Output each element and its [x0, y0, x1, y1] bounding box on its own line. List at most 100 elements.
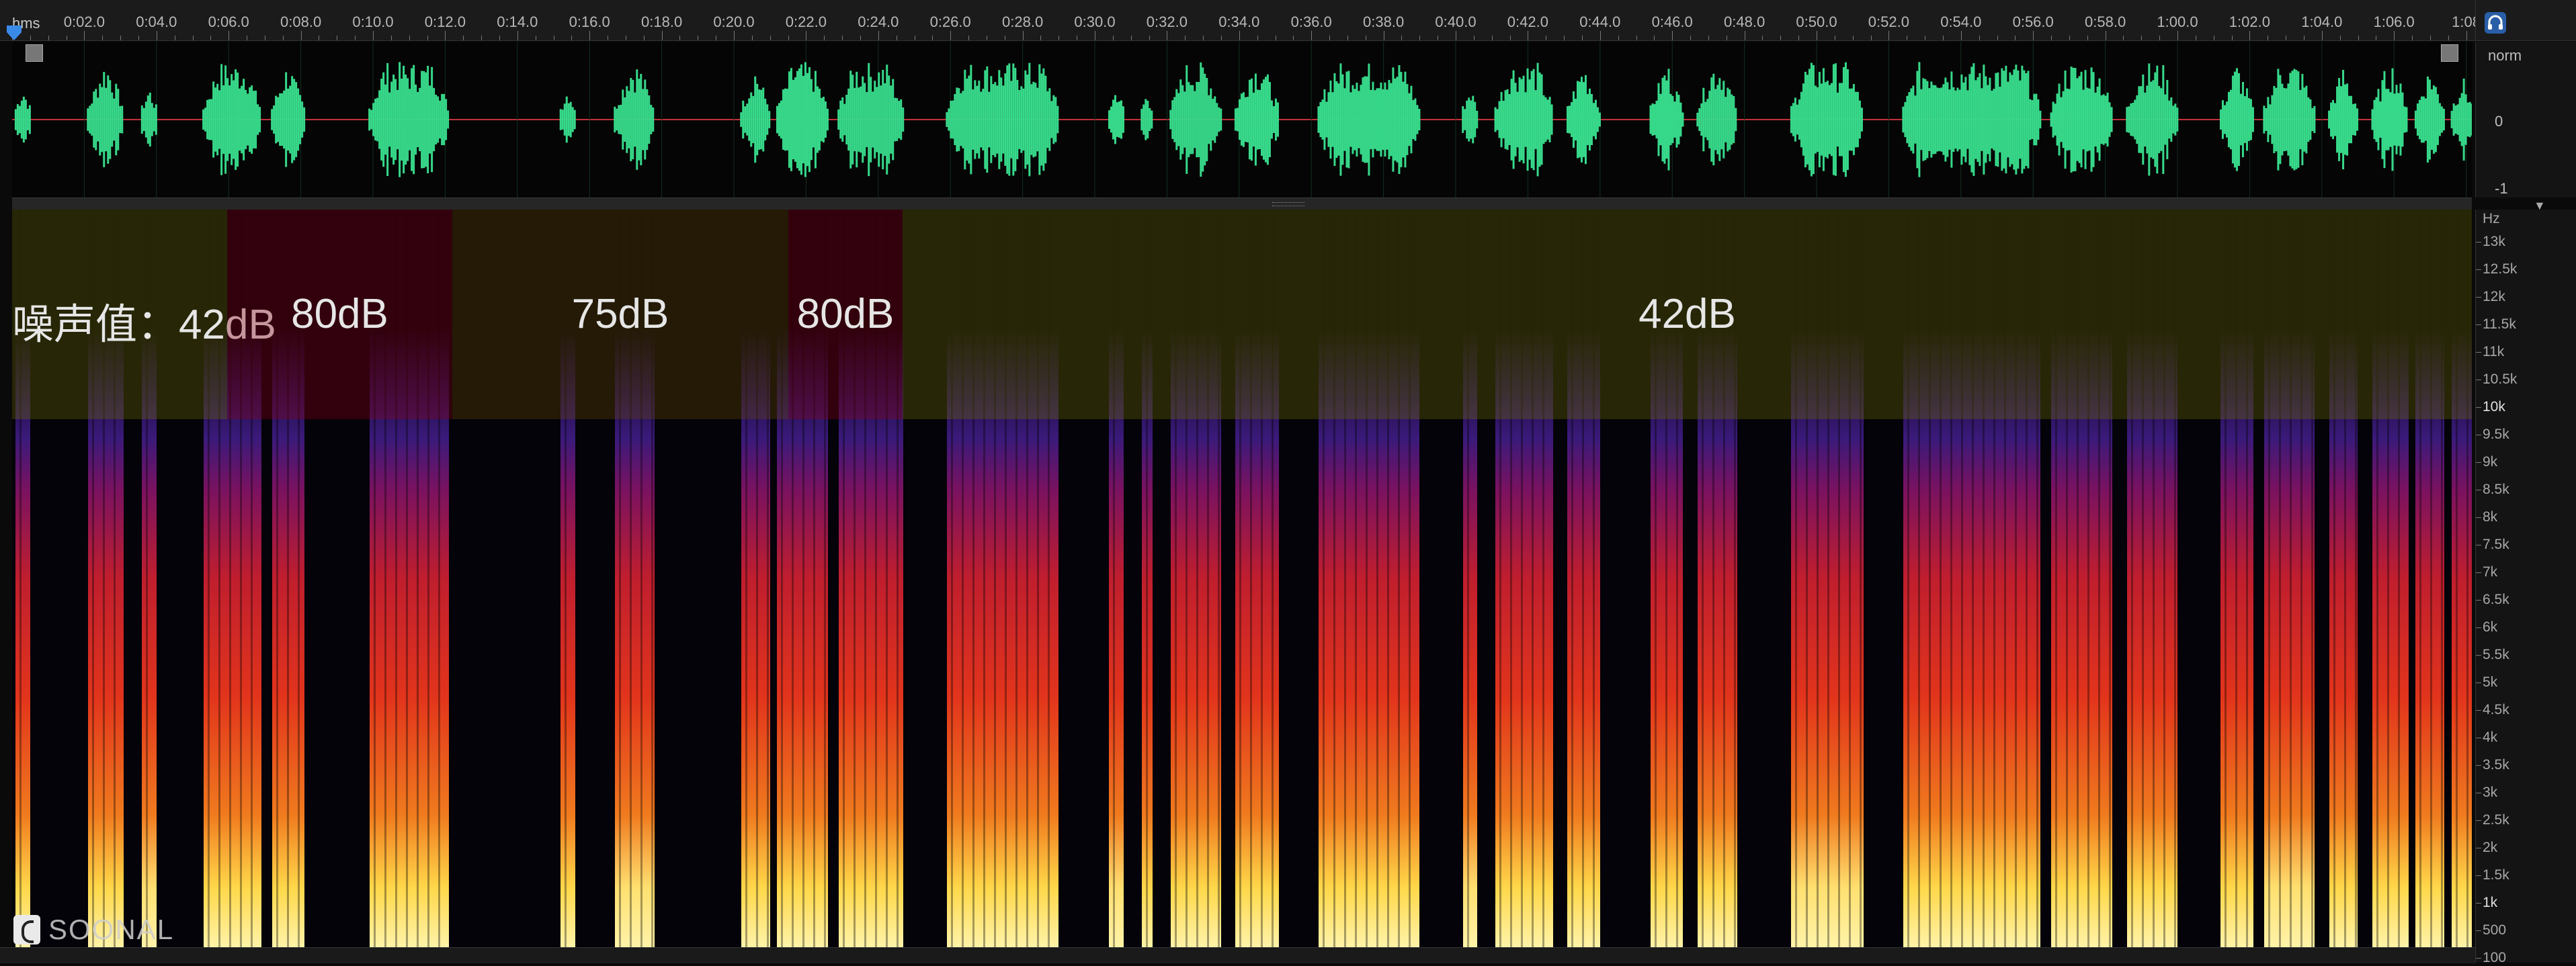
speech-burst [1462, 95, 1479, 144]
frequency-tick [2476, 517, 2481, 518]
frequency-label: 4.5k [2483, 702, 2509, 717]
frequency-label: 6k [2483, 619, 2498, 635]
speech-burst [559, 96, 576, 143]
speech-burst [1902, 62, 2042, 177]
ruler-tick-mark [968, 36, 970, 40]
speech-burst [202, 64, 261, 175]
ruler-tick-mark [300, 31, 302, 40]
speech-burst [776, 62, 829, 177]
speech-burst [1140, 99, 1153, 140]
ruler-tick-mark [842, 36, 843, 40]
ruler-tick-mark [1762, 36, 1763, 40]
ruler-tick-mark [2231, 36, 2233, 40]
ruler-tick-mark [355, 36, 356, 40]
spectrogram-panel[interactable]: 噪声值：42dB 80dB 75dB 80dB 42dB SOONAL [12, 210, 2472, 947]
timeline-ruler[interactable]: hms 0:02.0 0:04.0 0:06.0 0:08.0 0:10.0 0:12.0… [0, 0, 2576, 41]
ruler-tick-label: 0:20.0 [713, 13, 755, 30]
speech-burst [2263, 69, 2316, 171]
ruler-tick-mark [1203, 36, 1204, 40]
frequency-tick [2476, 930, 2481, 931]
ruler-tick-mark [589, 31, 591, 40]
frequency-tick [2476, 655, 2481, 656]
ruler-tick-mark [2466, 31, 2467, 40]
ruler-tick-mark [2159, 36, 2161, 40]
frequency-label: 4k [2483, 730, 2498, 745]
ruler-tick-mark [2087, 36, 2088, 40]
ruler-tick-label: 0:16.0 [569, 13, 610, 30]
monitor-toggle-button[interactable] [2485, 12, 2506, 34]
panel-splitter[interactable] [12, 197, 2472, 211]
speech-burst [614, 69, 655, 170]
ruler-tick-mark [1581, 36, 1583, 40]
speech-burst [2328, 70, 2359, 169]
ruler-tick-mark [2123, 36, 2124, 40]
ruler-tick-mark [228, 31, 230, 40]
ruler-tick-mark [373, 31, 374, 40]
ruler-tick-mark [1708, 36, 1709, 40]
ruler-tick-label: 0:36.0 [1290, 13, 1332, 30]
ruler-tick-mark [517, 31, 518, 40]
zoom-out-corner-icon[interactable] [2441, 44, 2458, 62]
ruler-tick-mark [643, 36, 645, 40]
frequency-label: 12.5k [2483, 261, 2518, 277]
ruler-tick-label: 0:18.0 [641, 13, 683, 30]
speech-burst [2219, 68, 2254, 171]
ruler-tick-mark [1852, 36, 1854, 40]
ruler-tick-mark [734, 31, 735, 40]
noise-level-label: 80dB [796, 291, 895, 337]
ruler-tick-label: 0:30.0 [1074, 13, 1116, 30]
ruler-tick-mark [1220, 36, 1222, 40]
ruler-tick-label: 0:56.0 [2012, 13, 2054, 30]
ruler-tick-mark [445, 31, 446, 40]
speech-burst [1494, 62, 1553, 177]
ruler-tick-label: 0:08.0 [280, 13, 322, 30]
ruler-tick-label: 0:48.0 [1724, 13, 1765, 30]
splitter-grip[interactable] [1272, 202, 1304, 206]
speech-burst [14, 96, 31, 143]
amp-label-zero: 0 [2495, 113, 2503, 130]
noise-level-label: 42dB [1638, 291, 1736, 337]
ruler-tick-mark [1979, 36, 1980, 40]
freq-unit-label: Hz [2483, 211, 2500, 226]
ruler-tick-mark [1257, 36, 1258, 40]
speech-burst [1317, 63, 1421, 176]
ruler-tick-label: 0:06.0 [208, 13, 249, 30]
frequency-tick [2476, 324, 2481, 325]
frequency-label: 5.5k [2483, 647, 2509, 662]
status-strip [0, 947, 2475, 963]
frequency-label: 10k [2483, 399, 2505, 414]
ruler-tick-mark [409, 36, 410, 40]
waveform-graph [12, 42, 2472, 197]
frequency-tick [2476, 572, 2481, 573]
speech-burst [2414, 77, 2445, 163]
frequency-label: 11.5k [2483, 316, 2516, 332]
frequency-label: 2.5k [2483, 812, 2509, 828]
ruler-tick-label: 0:22.0 [785, 13, 827, 30]
ruler-tick-mark [1022, 31, 1024, 40]
noise-zone: 80dB [788, 210, 903, 419]
speech-burst [1649, 69, 1684, 171]
speech-burst [87, 72, 124, 167]
speech-burst [1696, 73, 1737, 166]
ruler-tick-mark [1112, 36, 1114, 40]
zoom-in-corner-icon[interactable] [26, 44, 43, 62]
frequency-label: 9.5k [2483, 427, 2509, 442]
frequency-tick [2476, 269, 2481, 270]
noise-level-label: 80dB [291, 291, 388, 337]
ruler-tick-mark [2339, 36, 2341, 40]
amplitude-scale: norm 0 -1 [2475, 42, 2576, 197]
ruler-tick-mark [950, 31, 952, 40]
ruler-tick-mark [2249, 31, 2251, 40]
ruler-tick-mark [210, 36, 212, 40]
frequency-label: 1.5k [2483, 867, 2509, 883]
amp-label-minus-one: -1 [2495, 180, 2508, 197]
frequency-label: 2k [2483, 840, 2498, 855]
ruler-tick-mark [878, 31, 879, 40]
playhead-marker[interactable] [5, 24, 23, 42]
frequency-label: 13k [2483, 234, 2505, 249]
frequency-label: 5k [2483, 674, 2498, 690]
ruler-tick-mark [2448, 36, 2449, 40]
waveform-panel[interactable] [12, 42, 2472, 197]
noise-zone: 80dB [227, 210, 452, 419]
ruler-tick-label: 0:32.0 [1146, 13, 1188, 30]
